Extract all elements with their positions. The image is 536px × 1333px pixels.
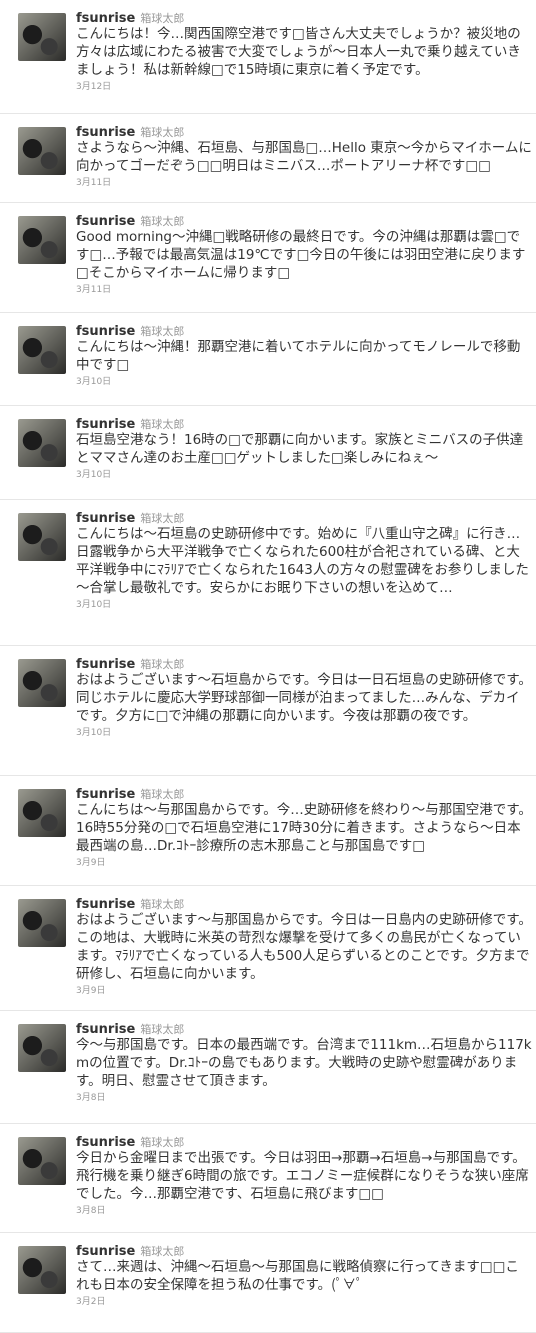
tweet: fsunrise 箱球太郎 おはようございます～石垣島からです。今日は一日石垣島の…	[0, 646, 536, 776]
tweet: fsunrise 箱球太郎 今日から金曜日まで出張です。今日は羽田→那覇→石垣島→…	[0, 1124, 536, 1233]
tweet-date[interactable]: 3月10日	[76, 375, 532, 389]
tweet-date[interactable]: 3月10日	[76, 468, 532, 482]
screen-name[interactable]: fsunrise	[76, 11, 135, 26]
tweet-text: 石垣島空港なう！16時の□で那覇に向かいます。家族とミニバスの子供達とママさん達…	[76, 432, 524, 466]
avatar[interactable]	[18, 216, 66, 264]
full-name: 箱球太郎	[140, 126, 185, 139]
tweet: fsunrise 箱球太郎 石垣島空港なう！16時の□で那覇に向かいます。家族とミ…	[0, 406, 536, 500]
full-name: 箱球太郎	[140, 1245, 185, 1258]
avatar[interactable]	[18, 1137, 66, 1185]
screen-name[interactable]: fsunrise	[76, 324, 135, 339]
avatar[interactable]	[18, 127, 66, 175]
screen-name[interactable]: fsunrise	[76, 125, 135, 140]
screen-name[interactable]: fsunrise	[76, 1244, 135, 1259]
screen-name[interactable]: fsunrise	[76, 511, 135, 526]
full-name: 箱球太郎	[140, 658, 185, 671]
tweet-text: Good morning～沖縄□戦略研修の最終日です。今の沖縄は那覇は雲□です□…	[76, 229, 526, 281]
full-name: 箱球太郎	[140, 512, 185, 525]
tweet: fsunrise 箱球太郎 Good morning～沖縄□戦略研修の最終日です。…	[0, 203, 536, 313]
tweet: fsunrise 箱球太郎 おはようございます～与那国島からです。今日は一日島内の…	[0, 886, 536, 1011]
tweet-text: こんにちは！今…関西国際空港です□皆さん大丈夫でしょうか？被災地の方々は広域にわ…	[76, 26, 521, 78]
tweet: fsunrise 箱球太郎 今～与那国島です。日本の最西端です。台湾まで111km…	[0, 1011, 536, 1124]
screen-name[interactable]: fsunrise	[76, 897, 135, 912]
tweet: fsunrise 箱球太郎 さて…来週は、沖縄～石垣島～与那国島に戦略偵察に行って…	[0, 1233, 536, 1333]
full-name: 箱球太郎	[140, 215, 185, 228]
avatar[interactable]	[18, 899, 66, 947]
tweet-text: さて…来週は、沖縄～石垣島～与那国島に戦略偵察に行ってきます□□これも日本の安全…	[76, 1259, 519, 1293]
tweet-text: さようなら～沖縄、石垣島、与那国島□…Hello 東京～今からマイホームに向かっ…	[76, 140, 532, 174]
tweet-date[interactable]: 3月9日	[76, 856, 532, 870]
avatar[interactable]	[18, 1024, 66, 1072]
tweet: fsunrise 箱球太郎 さようなら～沖縄、石垣島、与那国島□…Hello 東京…	[0, 114, 536, 203]
full-name: 箱球太郎	[140, 788, 185, 801]
screen-name[interactable]: fsunrise	[76, 417, 135, 432]
avatar[interactable]	[18, 789, 66, 837]
tweet-date[interactable]: 3月2日	[76, 1295, 532, 1309]
full-name: 箱球太郎	[140, 898, 185, 911]
tweet: fsunrise 箱球太郎 こんにちは～与那国島からです。今…史跡研修を終わり～与…	[0, 776, 536, 886]
tweet-text: おはようございます～与那国島からです。今日は一日島内の史跡研修です。この地は、大…	[76, 912, 532, 982]
tweet: fsunrise 箱球太郎 こんにちは！今…関西国際空港です□皆さん大丈夫でしょう…	[0, 0, 536, 114]
avatar[interactable]	[18, 1246, 66, 1294]
tweet-text: 今日から金曜日まで出張です。今日は羽田→那覇→石垣島→与那国島です。飛行機を乗り…	[76, 1150, 529, 1202]
avatar[interactable]	[18, 326, 66, 374]
tweet-text: こんにちは～石垣島の史跡研修中です。始めに『八重山守之碑』に行き…日露戦争から大…	[76, 526, 529, 596]
screen-name[interactable]: fsunrise	[76, 1022, 135, 1037]
full-name: 箱球太郎	[140, 1023, 185, 1036]
avatar[interactable]	[18, 419, 66, 467]
full-name: 箱球太郎	[140, 1136, 185, 1149]
full-name: 箱球太郎	[140, 325, 185, 338]
tweet-date[interactable]: 3月12日	[76, 80, 532, 94]
tweet: fsunrise 箱球太郎 こんにちは～沖縄！那覇空港に着いてホテルに向かってモノ…	[0, 313, 536, 406]
tweet-date[interactable]: 3月8日	[76, 1204, 532, 1218]
avatar[interactable]	[18, 13, 66, 61]
timeline: fsunrise 箱球太郎 こんにちは！今…関西国際空港です□皆さん大丈夫でしょう…	[0, 0, 536, 1333]
screen-name[interactable]: fsunrise	[76, 1135, 135, 1150]
tweet-text: おはようございます～石垣島からです。今日は一日石垣島の史跡研修です。同じホテルに…	[76, 672, 532, 724]
screen-name[interactable]: fsunrise	[76, 787, 135, 802]
full-name: 箱球太郎	[140, 418, 185, 431]
tweet-date[interactable]: 3月10日	[76, 726, 532, 740]
tweet-date[interactable]: 3月11日	[76, 176, 532, 190]
screen-name[interactable]: fsunrise	[76, 657, 135, 672]
tweet-text: こんにちは～与那国島からです。今…史跡研修を終わり～与那国空港です。16時55分…	[76, 802, 532, 854]
tweet-date[interactable]: 3月9日	[76, 984, 532, 998]
avatar[interactable]	[18, 513, 66, 561]
tweet-date[interactable]: 3月11日	[76, 283, 532, 297]
tweet-text: 今～与那国島です。日本の最西端です。台湾まで111km…石垣島から117kmの位…	[76, 1037, 532, 1089]
screen-name[interactable]: fsunrise	[76, 214, 135, 229]
avatar[interactable]	[18, 659, 66, 707]
tweet-date[interactable]: 3月10日	[76, 598, 532, 612]
tweet-date[interactable]: 3月8日	[76, 1091, 532, 1105]
tweet-text: こんにちは～沖縄！那覇空港に着いてホテルに向かってモノレールで移動中です□	[76, 339, 521, 373]
tweet: fsunrise 箱球太郎 こんにちは～石垣島の史跡研修中です。始めに『八重山守之…	[0, 500, 536, 646]
full-name: 箱球太郎	[140, 12, 185, 25]
